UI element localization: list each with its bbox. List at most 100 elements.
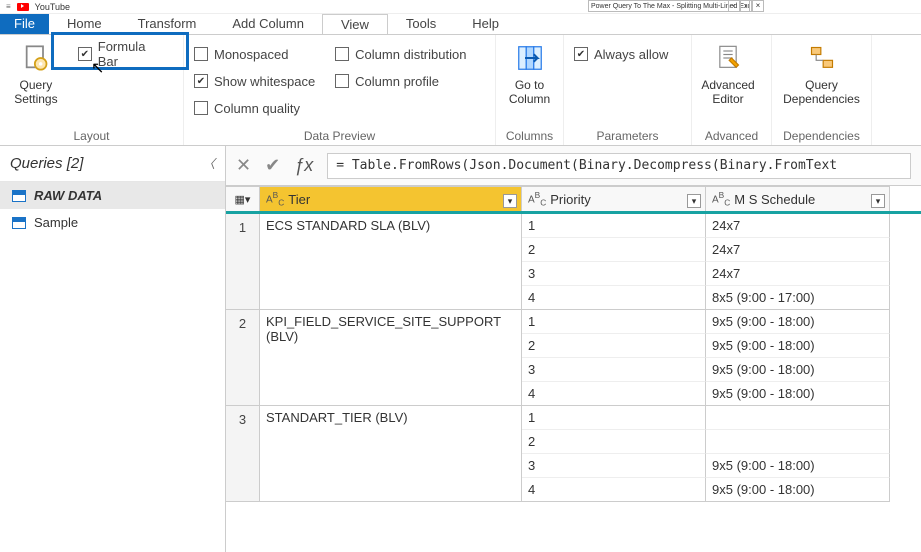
table-row: 1ECS STANDARD SLA (BLV)124x7224x7324x748…: [226, 214, 921, 310]
checkbox-icon: [335, 74, 349, 88]
column-arrow-icon: [514, 42, 546, 74]
table-icon: [12, 190, 26, 202]
type-icon: ABC: [266, 190, 284, 207]
row-index[interactable]: 1: [226, 214, 260, 310]
monospaced-checkbox[interactable]: Monospaced: [194, 42, 315, 66]
browser-topline: ≡ YouTube: [0, 0, 921, 14]
fx-icon: ƒx: [294, 155, 313, 176]
cell-priority[interactable]: 2: [522, 238, 706, 262]
cell-schedule[interactable]: 8x5 (9:00 - 17:00): [706, 286, 890, 310]
cell-schedule[interactable]: 24x7: [706, 238, 890, 262]
cell-priority[interactable]: 3: [522, 454, 706, 478]
tab-home[interactable]: Home: [49, 14, 120, 34]
tab-transform[interactable]: Transform: [120, 14, 215, 34]
show-whitespace-checkbox[interactable]: Show whitespace: [194, 69, 315, 93]
tab-add-column[interactable]: Add Column: [214, 14, 322, 34]
cell-schedule[interactable]: 9x5 (9:00 - 18:00): [706, 334, 890, 358]
cell-priority[interactable]: 2: [522, 334, 706, 358]
checkbox-icon: [194, 47, 208, 61]
cell-priority[interactable]: 3: [522, 262, 706, 286]
cell-schedule[interactable]: 9x5 (9:00 - 18:00): [706, 478, 890, 502]
column-dropdown-icon[interactable]: ▾: [871, 194, 885, 208]
query-item[interactable]: RAW DATA: [0, 182, 225, 209]
queries-panel-header[interactable]: Queries [2] 〈: [0, 146, 225, 182]
cell-priority[interactable]: 1: [522, 310, 706, 334]
row-index[interactable]: 2: [226, 310, 260, 406]
cell-priority[interactable]: 1: [522, 214, 706, 238]
cell-schedule[interactable]: 9x5 (9:00 - 18:00): [706, 358, 890, 382]
gear-icon: [20, 42, 52, 74]
checkbox-icon: [574, 47, 588, 61]
formula-input[interactable]: = Table.FromRows(Json.Document(Binary.De…: [327, 153, 911, 179]
cell-priority[interactable]: 4: [522, 382, 706, 406]
column-dropdown-icon[interactable]: ▾: [687, 194, 701, 208]
cell-schedule[interactable]: 24x7: [706, 262, 890, 286]
query-settings-button[interactable]: Query Settings: [6, 38, 66, 108]
table-corner-icon[interactable]: ▦▾: [226, 186, 260, 211]
query-item-label: Sample: [34, 215, 78, 230]
checkbox-icon: [194, 101, 208, 115]
tab-view[interactable]: View: [322, 14, 388, 34]
ribbon: Query Settings Formula Bar Layout Monosp…: [0, 34, 921, 146]
checkbox-icon: [78, 47, 92, 61]
formula-bar: ✕ ✔ ƒx = Table.FromRows(Json.Document(Bi…: [226, 146, 921, 186]
tab-help[interactable]: Help: [454, 14, 517, 34]
column-name: M S Schedule: [734, 192, 815, 207]
column-name: Priority: [550, 192, 590, 207]
query-item[interactable]: Sample: [0, 209, 225, 236]
column-name: Tier: [288, 192, 310, 207]
table-row: 2KPI_FIELD_SERVICE_SITE_SUPPORT (BLV)19x…: [226, 310, 921, 406]
always-allow-checkbox[interactable]: Always allow: [574, 42, 668, 66]
cell-schedule[interactable]: [706, 406, 890, 430]
type-icon: ABC: [528, 190, 546, 207]
table-icon: [12, 217, 26, 229]
youtube-label: YouTube: [35, 2, 70, 12]
column-distribution-checkbox[interactable]: Column distribution: [335, 42, 466, 66]
cell-schedule[interactable]: 9x5 (9:00 - 18:00): [706, 454, 890, 478]
cancel-formula-icon[interactable]: ✕: [236, 155, 251, 176]
formula-bar-checkbox[interactable]: Formula Bar: [78, 42, 169, 66]
tab-file[interactable]: File: [0, 14, 49, 34]
type-icon: ABC: [712, 190, 730, 207]
cell-priority[interactable]: 1: [522, 406, 706, 430]
cell-schedule[interactable]: [706, 430, 890, 454]
editor-icon: [712, 42, 744, 74]
cell-tier[interactable]: STANDART_TIER (BLV): [260, 406, 522, 502]
youtube-icon: [17, 3, 29, 11]
grid-header: ▦▾ ABC Tier ▾ ABC Priority ▾ ABC M S Schedule ▾: [226, 186, 921, 214]
commit-formula-icon[interactable]: ✔: [265, 155, 280, 176]
title-close[interactable]: ×: [752, 0, 764, 12]
cell-priority[interactable]: 3: [522, 358, 706, 382]
browser-title-box: Power Query To The Max - Splitting Multi…: [588, 0, 750, 12]
cell-priority[interactable]: 4: [522, 286, 706, 310]
table-row: 3STANDART_TIER (BLV)1239x5 (9:00 - 18:00…: [226, 406, 921, 502]
go-to-column-button[interactable]: Go to Column: [502, 38, 557, 108]
row-index[interactable]: 3: [226, 406, 260, 502]
cell-schedule[interactable]: 24x7: [706, 214, 890, 238]
ribbon-tabs: File HomeTransformAdd ColumnViewToolsHel…: [0, 14, 921, 34]
cell-schedule[interactable]: 9x5 (9:00 - 18:00): [706, 310, 890, 334]
advanced-editor-button[interactable]: Advanced Editor: [698, 38, 758, 108]
grid-body: 1ECS STANDARD SLA (BLV)124x7224x7324x748…: [226, 214, 921, 502]
table-icon: ▦▾: [235, 193, 251, 206]
title-prev[interactable]: ‹: [728, 0, 740, 12]
cell-schedule[interactable]: 9x5 (9:00 - 18:00): [706, 382, 890, 406]
column-header[interactable]: ABC Tier ▾: [260, 186, 522, 211]
tab-tools[interactable]: Tools: [388, 14, 454, 34]
column-header[interactable]: ABC M S Schedule ▾: [706, 186, 890, 211]
column-header[interactable]: ABC Priority ▾: [522, 186, 706, 211]
dependencies-icon: [806, 42, 838, 74]
cell-tier[interactable]: ECS STANDARD SLA (BLV): [260, 214, 522, 310]
cell-tier[interactable]: KPI_FIELD_SERVICE_SITE_SUPPORT (BLV): [260, 310, 522, 406]
checkbox-icon: [194, 74, 208, 88]
cell-priority[interactable]: 2: [522, 430, 706, 454]
browser-title-controls: ‹ › ×: [728, 0, 764, 12]
chevron-left-icon[interactable]: 〈: [203, 155, 215, 172]
title-next[interactable]: ›: [740, 0, 752, 12]
column-profile-checkbox[interactable]: Column profile: [335, 69, 466, 93]
checkbox-icon: [335, 47, 349, 61]
column-quality-checkbox[interactable]: Column quality: [194, 96, 315, 120]
column-dropdown-icon[interactable]: ▾: [503, 194, 517, 208]
query-dependencies-button[interactable]: Query Dependencies: [778, 38, 865, 108]
cell-priority[interactable]: 4: [522, 478, 706, 502]
